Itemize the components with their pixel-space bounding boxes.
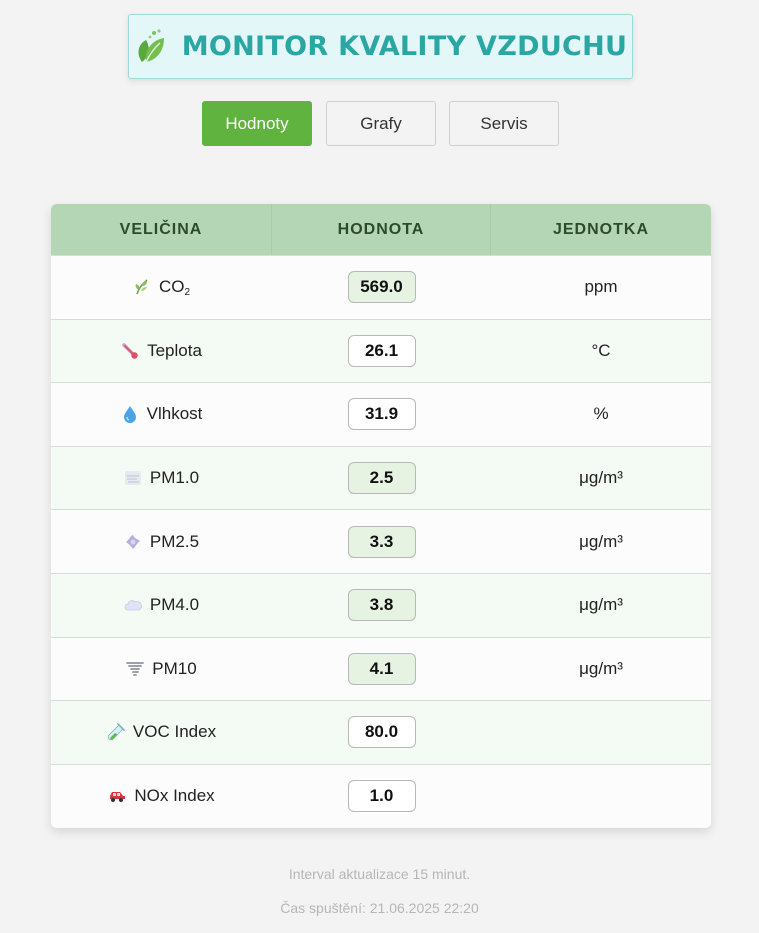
tab-hodnoty[interactable]: Hodnoty	[202, 101, 312, 146]
unit-cell: μg/m³	[579, 531, 623, 551]
values-table: VELIČINA HODNOTA JEDNOTKA CO2 569.0 ppm …	[51, 204, 711, 828]
update-interval-text: Interval aktualizace 15 minut.	[288, 866, 471, 882]
cloud-icon	[124, 600, 142, 611]
column-header-unit: JEDNOTKA	[552, 220, 649, 238]
quantity-label: PM10	[152, 658, 197, 678]
table-row: NOx Index 1.0	[51, 763, 711, 828]
table-header: VELIČINA HODNOTA JEDNOTKA	[51, 204, 711, 255]
page: MONITOR KVALITY VZDUCHU Hodnoty Grafy Se…	[0, 0, 759, 933]
quantity-label: VOC Index	[132, 722, 217, 742]
page-title: MONITOR KVALITY VZDUCHU	[181, 31, 628, 62]
quantity-cell: PM1.0	[51, 447, 272, 510]
tab-servis[interactable]: Servis	[449, 101, 559, 146]
quantity-label: PM4.0	[149, 595, 200, 615]
quantity-label: Vlhkost	[146, 404, 203, 424]
header-title-box: MONITOR KVALITY VZDUCHU	[128, 14, 633, 79]
value-cell: 26.1	[272, 320, 491, 383]
quantity-label: PM2.5	[149, 531, 200, 551]
value-badge: 1.0	[347, 780, 416, 813]
value-badge: 2.5	[347, 462, 416, 495]
value-badge: 26.1	[347, 334, 416, 367]
value-badge: 31.9	[347, 398, 416, 431]
value-badge: 4.1	[347, 652, 416, 685]
unit-cell	[491, 765, 711, 828]
table-row: Teplota 26.1 °C	[51, 318, 711, 383]
plant-icon	[135, 279, 148, 295]
table-row: PM10 4.1 μg/m³	[51, 636, 711, 701]
fog-icon	[124, 471, 141, 486]
table-row: CO2 569.0 ppm	[51, 255, 711, 319]
table-row: Vlhkost 31.9 %	[51, 382, 711, 446]
table-row: PM4.0 3.8 μg/m³	[51, 572, 711, 637]
unit-cell: μg/m³	[579, 595, 623, 615]
droplet-icon	[123, 406, 136, 424]
value-cell: 3.3	[272, 510, 491, 573]
unit-cell: ppm	[584, 277, 618, 297]
quantity-cell: NOx Index	[51, 765, 272, 828]
unit-cell: μg/m³	[579, 658, 623, 678]
unit-cell: °C	[591, 340, 611, 360]
column-header-quantity: VELIČINA	[51, 204, 272, 255]
table-row: PM1.0 2.5 μg/m³	[51, 445, 711, 510]
unit-cell: μg/m³	[579, 468, 623, 488]
start-time-text: Čas spuštění: 21.06.2025 22:20	[280, 900, 479, 916]
value-cell: 80.0	[272, 701, 491, 764]
value-cell: 4.1	[272, 638, 491, 701]
leaf-icon	[138, 28, 164, 62]
quantity-label: CO2	[158, 276, 191, 298]
quantity-cell: PM10	[51, 638, 272, 701]
tornado-icon	[126, 661, 145, 676]
value-cell: 2.5	[272, 447, 491, 510]
value-badge: 3.3	[347, 525, 416, 558]
value-badge: 80.0	[347, 716, 416, 749]
quantity-cell: PM2.5	[51, 510, 272, 573]
value-cell: 3.8	[272, 574, 491, 637]
quantity-cell: PM4.0	[51, 574, 272, 637]
value-cell: 1.0	[272, 765, 491, 828]
table-row: VOC Index 80.0	[51, 700, 711, 764]
quantity-cell: CO2	[51, 256, 272, 319]
unit-cell	[491, 701, 711, 764]
thermometer-icon	[122, 343, 138, 359]
quantity-label: NOx Index	[134, 786, 215, 806]
quantity-label: PM1.0	[149, 468, 200, 488]
value-cell: 31.9	[272, 383, 491, 446]
value-badge: 3.8	[347, 589, 416, 622]
value-cell: 569.0	[272, 256, 491, 319]
car-icon	[110, 792, 126, 803]
table-body: CO2 569.0 ppm Teplota 26.1 °C Vlhkost 31…	[51, 255, 711, 828]
unit-cell: %	[593, 404, 609, 424]
tab-grafy[interactable]: Grafy	[326, 101, 436, 146]
quantity-cell: Vlhkost	[51, 383, 272, 446]
quantity-label: Teplota	[147, 340, 202, 360]
dust-icon	[125, 534, 140, 549]
column-header-value: HODNOTA	[272, 204, 491, 255]
quantity-cell: Teplota	[51, 320, 272, 383]
tab-bar: Hodnoty Grafy Servis	[0, 101, 759, 146]
table-row: PM2.5 3.3 μg/m³	[51, 509, 711, 573]
test-tube-icon	[107, 723, 125, 741]
value-badge: 569.0	[347, 271, 416, 304]
quantity-cell: VOC Index	[51, 701, 272, 764]
